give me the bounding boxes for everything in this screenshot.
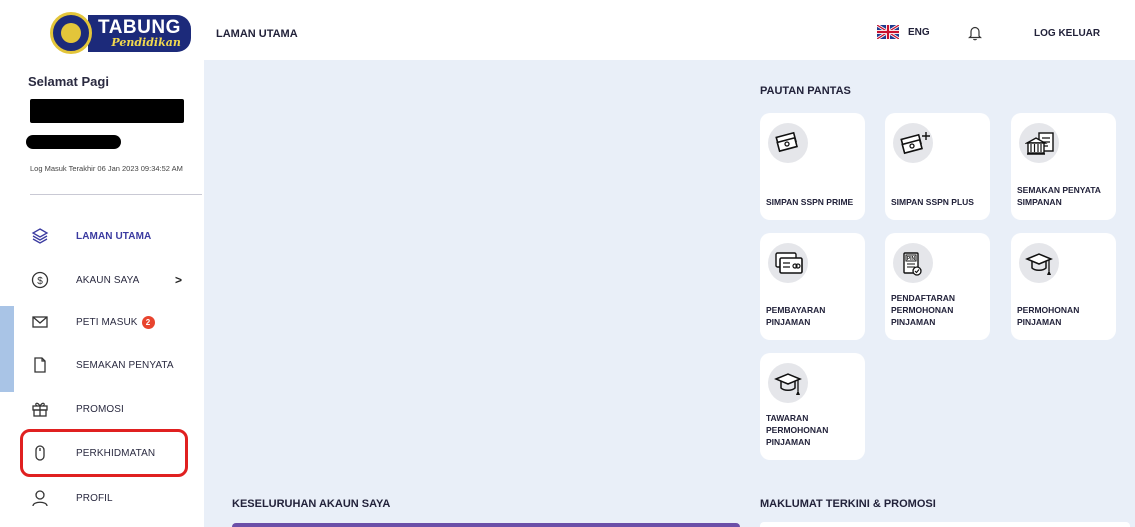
money-stack-icon <box>768 123 808 163</box>
sidebar-item-label: AKAUN SAYA <box>76 274 140 286</box>
tile-label: PEMBAYARAN PINJAMAN <box>766 305 826 327</box>
tile-tawaran-permohonan-pinjaman[interactable]: TAWARAN PERMOHONAN PINJAMAN <box>760 353 865 460</box>
graduation-cap-icon <box>768 363 808 403</box>
news-card-top[interactable] <box>760 522 1130 527</box>
mouse-icon <box>30 443 50 463</box>
tile-label: SIMPAN SSPN PRIME <box>766 197 854 207</box>
logout-button[interactable]: LOG KELUAR <box>1034 28 1100 39</box>
logo-line1: TABUNG <box>98 16 181 38</box>
money-stack-plus-icon <box>893 123 933 163</box>
sidebar-item-laman-utama[interactable]: LAMAN UTAMA <box>30 221 202 251</box>
sidebar-item-label: PERKHIDMATAN <box>76 447 156 459</box>
unread-count-badge: 2 <box>141 315 155 329</box>
sidebar-item-semakan-penyata[interactable]: SEMAKAN PENYATA <box>30 350 202 380</box>
mail-icon <box>30 312 50 332</box>
page: TABUNG Pendidikan Selamat Pagi Log Masuk… <box>0 0 1135 527</box>
logo-wordmark: TABUNG Pendidikan <box>88 14 191 52</box>
news-promo-title: MAKLUMAT TERKINI & PROMOSI <box>760 498 936 510</box>
last-login: Log Masuk Terakhir 06 Jan 2023 09:34:52 … <box>30 164 183 173</box>
logo-seal-icon <box>50 12 92 54</box>
page-title: LAMAN UTAMA <box>216 28 298 40</box>
sidebar-item-akaun-saya[interactable]: $ AKAUN SAYA > <box>30 265 202 295</box>
bank-statement-icon <box>1019 123 1059 163</box>
sidebar-item-peti-masuk[interactable]: PETI MASUK 2 <box>30 307 202 337</box>
account-card-top[interactable] <box>232 523 740 527</box>
quick-links-title: PAUTAN PANTAS <box>760 85 851 97</box>
sidebar-item-perkhidmatan[interactable]: PERKHIDMATAN <box>30 438 202 468</box>
tile-semakan-penyata-simpanan[interactable]: SEMAKAN PENYATA SIMPANAN <box>1011 113 1116 220</box>
sidebar-item-label: PROMOSI <box>76 403 124 415</box>
sidebar-divider <box>30 194 202 195</box>
dollar-circle-icon: $ <box>30 270 50 290</box>
tile-label: TAWARAN PERMOHONAN PINJAMAN <box>766 413 829 447</box>
sidebar-item-label: LAMAN UTAMA <box>76 230 152 242</box>
tile-permohonan-pinjaman[interactable]: PERMOHONAN PINJAMAN <box>1011 233 1116 340</box>
top-bar: LAMAN UTAMA ENG LOG KELUAR <box>204 0 1135 60</box>
edge-scroll-marker <box>0 306 14 392</box>
bell-icon[interactable] <box>968 25 982 41</box>
tile-label: PENDAFTARAN PERMOHONAN PINJAMAN <box>891 293 956 327</box>
chevron-right-icon[interactable]: > <box>175 273 182 287</box>
graduation-cap-icon <box>1019 243 1059 283</box>
svg-text:$: $ <box>37 276 43 287</box>
file-icon <box>30 355 50 375</box>
greeting: Selamat Pagi <box>28 74 109 89</box>
card-payment-icon <box>768 243 808 283</box>
sidebar-item-label: SEMAKAN PENYATA <box>76 359 174 371</box>
tile-label: SIMPAN SSPN PLUS <box>891 197 974 207</box>
pin-document-icon: PIN <box>893 243 933 283</box>
main-content: PAUTAN PANTAS SIMPAN SSPN PRIME SIMPAN S… <box>204 60 1135 527</box>
redacted-id <box>26 135 121 149</box>
gift-icon <box>30 399 50 419</box>
tabung-pendidikan-logo[interactable]: TABUNG Pendidikan <box>50 10 191 56</box>
sidebar: TABUNG Pendidikan Selamat Pagi Log Masuk… <box>14 0 204 527</box>
sidebar-item-label: PETI MASUK 2 <box>76 315 155 329</box>
tile-simpan-sspn-plus[interactable]: SIMPAN SSPN PLUS <box>885 113 990 220</box>
language-switch[interactable]: ENG <box>877 25 930 39</box>
layers-icon <box>30 226 50 246</box>
sidebar-item-label: PROFIL <box>76 492 113 504</box>
accounts-overview-title: KESELURUHAN AKAUN SAYA <box>232 498 391 510</box>
tile-label: PERMOHONAN PINJAMAN <box>1017 305 1080 327</box>
logo-line2: Pendidikan <box>111 35 181 49</box>
svg-text:PIN: PIN <box>907 256 916 262</box>
peti-masuk-label: PETI MASUK <box>76 316 138 328</box>
tile-simpan-sspn-prime[interactable]: SIMPAN SSPN PRIME <box>760 113 865 220</box>
language-label: ENG <box>908 26 930 38</box>
sidebar-item-profil[interactable]: PROFIL <box>30 483 202 513</box>
tile-pembayaran-pinjaman[interactable]: PEMBAYARAN PINJAMAN <box>760 233 865 340</box>
redacted-name <box>30 99 184 123</box>
tile-label: SEMAKAN PENYATA SIMPANAN <box>1017 185 1101 207</box>
uk-flag-icon <box>877 25 899 39</box>
user-icon <box>30 488 50 508</box>
sidebar-item-promosi[interactable]: PROMOSI <box>30 394 202 424</box>
tile-pendaftaran-permohonan-pinjaman[interactable]: PIN PENDAFTARAN PERMOHONAN PINJAMAN <box>885 233 990 340</box>
